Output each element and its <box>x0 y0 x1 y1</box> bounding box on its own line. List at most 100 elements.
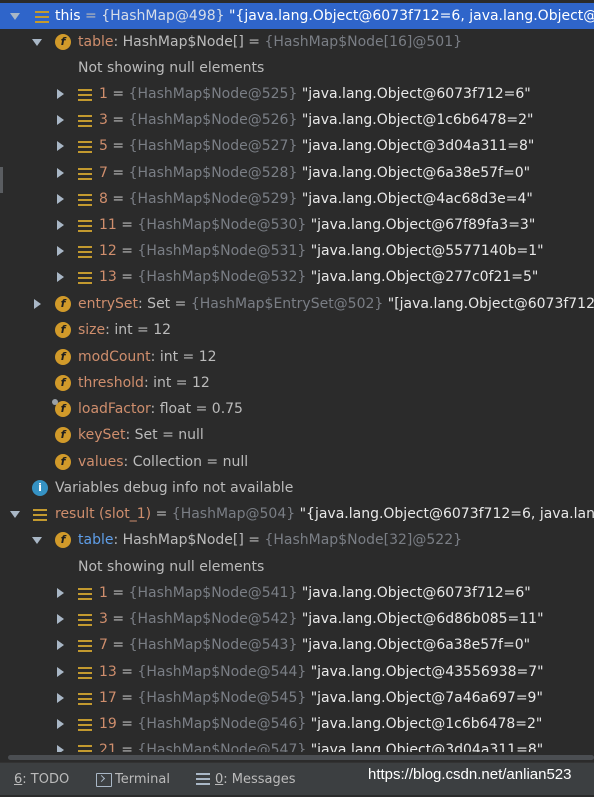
field-icon: f <box>55 349 71 365</box>
entry-icon <box>78 272 92 285</box>
expand-arrow-icon[interactable] <box>54 685 66 711</box>
collapse-arrow-icon[interactable] <box>9 501 21 527</box>
messages-icon <box>196 773 210 785</box>
tree-node-entryset[interactable]: f entrySet: Set = {HashMap$EntrySet@502}… <box>0 291 594 317</box>
table-entry-row[interactable]: 8 = {HashMap$Node@529} "java.lang.Object… <box>0 186 594 212</box>
collapse-arrow-icon[interactable] <box>9 3 21 29</box>
collapse-arrow-icon[interactable] <box>31 29 43 55</box>
expand-arrow-icon[interactable] <box>54 580 66 606</box>
node-text: 11 = {HashMap$Node@530} "java.lang.Objec… <box>99 217 536 233</box>
null-elements-note: Not showing null elements <box>0 554 594 580</box>
node-text: this = {HashMap@498} "{java.lang.Object@… <box>55 8 594 24</box>
node-text: 8 = {HashMap$Node@529} "java.lang.Object… <box>99 190 533 207</box>
tree-node-table[interactable]: f table: HashMap$Node[] = {HashMap$Node[… <box>0 29 594 55</box>
entry-icon <box>78 141 92 154</box>
expand-arrow-icon[interactable] <box>54 81 66 107</box>
field-icon: f <box>55 532 71 548</box>
node-text: result (slot_1) = {HashMap@504} "{java.l… <box>55 506 594 522</box>
field-icon: f <box>55 322 71 338</box>
node-text: 7 = {HashMap$Node@528} "java.lang.Object… <box>99 164 531 181</box>
field-icon: f <box>55 454 71 470</box>
table-entry-row[interactable]: 7 = {HashMap$Node@528} "java.lang.Object… <box>0 160 594 186</box>
node-text: 1 = {HashMap$Node@541} "java.lang.Object… <box>99 585 531 601</box>
entry-icon <box>78 115 92 128</box>
tree-node-values[interactable]: f values: Collection = null <box>0 449 594 475</box>
table-entry-row[interactable]: 5 = {HashMap$Node@527} "java.lang.Object… <box>0 133 594 159</box>
field-icon: f <box>55 427 71 443</box>
field-icon: f <box>55 34 71 50</box>
table-entry-row[interactable]: 12 = {HashMap$Node@531} "java.lang.Objec… <box>0 238 594 264</box>
expand-arrow-icon[interactable] <box>54 212 66 238</box>
scrollbar-thumb[interactable] <box>8 755 594 760</box>
null-note-text: Not showing null elements <box>78 559 265 575</box>
terminal-tool-button[interactable]: Terminal <box>115 763 170 795</box>
expand-arrow-icon[interactable] <box>54 133 66 159</box>
expand-arrow-icon[interactable] <box>54 107 66 133</box>
node-text: 17 = {HashMap$Node@545} "java.lang.Objec… <box>99 689 543 706</box>
tree-node-size[interactable]: f size: int = 12 <box>0 317 594 343</box>
field-icon: f <box>55 296 71 312</box>
expand-arrow-icon[interactable] <box>54 606 66 632</box>
entry-icon <box>78 193 92 206</box>
expand-arrow-icon[interactable] <box>54 238 66 264</box>
table-entry-row[interactable]: 19 = {HashMap$Node@546} "java.lang.Objec… <box>0 711 594 737</box>
tree-node-keyset[interactable]: f keySet: Set = null <box>0 422 594 448</box>
collapse-arrow-icon[interactable] <box>31 527 43 553</box>
object-icon <box>33 509 47 521</box>
info-icon: i <box>32 480 48 496</box>
tree-node-table[interactable]: f table: HashMap$Node[] = {HashMap$Node[… <box>0 527 594 553</box>
table-entry-row[interactable]: 1 = {HashMap$Node@541} "java.lang.Object… <box>0 580 594 606</box>
entry-icon <box>78 692 92 705</box>
entry-icon <box>78 220 92 232</box>
object-icon <box>35 11 49 23</box>
tree-node-modcount[interactable]: f modCount: int = 12 <box>0 344 594 370</box>
node-text: 13 = {HashMap$Node@544} "java.lang.Objec… <box>99 663 544 680</box>
tree-node-threshold[interactable]: f threshold: int = 12 <box>0 370 594 396</box>
entry-icon <box>78 640 92 653</box>
tree-node-result[interactable]: result (slot_1) = {HashMap@504} "{java.l… <box>0 501 594 527</box>
expand-arrow-icon[interactable] <box>54 711 66 737</box>
expand-arrow-icon[interactable] <box>54 659 66 685</box>
horizontal-scrollbar[interactable] <box>0 752 594 762</box>
entry-icon <box>78 614 92 627</box>
entry-icon <box>78 719 92 731</box>
table-entry-row[interactable]: 3 = {HashMap$Node@526} "java.lang.Object… <box>0 107 594 133</box>
todo-tool-button[interactable]: 6: TODO <box>14 763 69 795</box>
variables-tree: this = {HashMap@498} "{java.lang.Object@… <box>0 0 594 762</box>
table-entry-row[interactable]: 13 = {HashMap$Node@544} "java.lang.Objec… <box>0 659 594 685</box>
terminal-icon <box>96 773 112 787</box>
final-field-icon: f <box>52 399 71 417</box>
watermark: https://blog.csdn.net/anlian523 <box>368 766 572 783</box>
entry-icon <box>78 167 92 180</box>
tree-node-loadfactor[interactable]: f loadFactor: float = 0.75 <box>0 396 594 422</box>
debug-info-message: i Variables debug info not available <box>0 475 594 501</box>
table-entry-row[interactable]: 7 = {HashMap$Node@543} "java.lang.Object… <box>0 632 594 658</box>
node-text: 13 = {HashMap$Node@532} "java.lang.Objec… <box>99 269 539 286</box>
expand-arrow-icon[interactable] <box>54 264 66 290</box>
entry-icon <box>78 89 92 101</box>
node-text: table: HashMap$Node[] = {HashMap$Node[16… <box>78 34 463 50</box>
table-entry-row[interactable]: 17 = {HashMap$Node@545} "java.lang.Objec… <box>0 685 594 711</box>
node-text: modCount: int = 12 <box>78 349 217 365</box>
node-text: values: Collection = null <box>78 454 249 470</box>
expand-arrow-icon[interactable] <box>54 186 66 212</box>
expand-arrow-icon[interactable] <box>54 160 66 186</box>
table-entry-row[interactable]: 3 = {HashMap$Node@542} "java.lang.Object… <box>0 606 594 632</box>
node-text: 1 = {HashMap$Node@525} "java.lang.Object… <box>99 86 531 102</box>
null-elements-note: Not showing null elements <box>0 55 594 81</box>
node-text: table: HashMap$Node[] = {HashMap$Node[32… <box>78 532 463 548</box>
node-text: threshold: int = 12 <box>78 375 210 391</box>
info-text: Variables debug info not available <box>55 480 294 496</box>
messages-tool-button[interactable]: 0: Messages <box>215 763 296 795</box>
node-text: 3 = {HashMap$Node@542} "java.lang.Object… <box>99 611 544 628</box>
null-note-text: Not showing null elements <box>78 60 265 76</box>
node-text: 5 = {HashMap$Node@527} "java.lang.Object… <box>99 138 535 155</box>
expand-arrow-icon[interactable] <box>31 291 43 317</box>
expand-arrow-icon[interactable] <box>54 632 66 658</box>
node-text: 3 = {HashMap$Node@526} "java.lang.Object… <box>99 112 534 129</box>
table-entry-row[interactable]: 13 = {HashMap$Node@532} "java.lang.Objec… <box>0 264 594 290</box>
table-entry-row[interactable]: 11 = {HashMap$Node@530} "java.lang.Objec… <box>0 212 594 238</box>
node-text: entrySet: Set = {HashMap$EntrySet@502} "… <box>78 296 594 312</box>
tree-node-this[interactable]: this = {HashMap@498} "{java.lang.Object@… <box>0 3 594 29</box>
table-entry-row[interactable]: 1 = {HashMap$Node@525} "java.lang.Object… <box>0 81 594 107</box>
